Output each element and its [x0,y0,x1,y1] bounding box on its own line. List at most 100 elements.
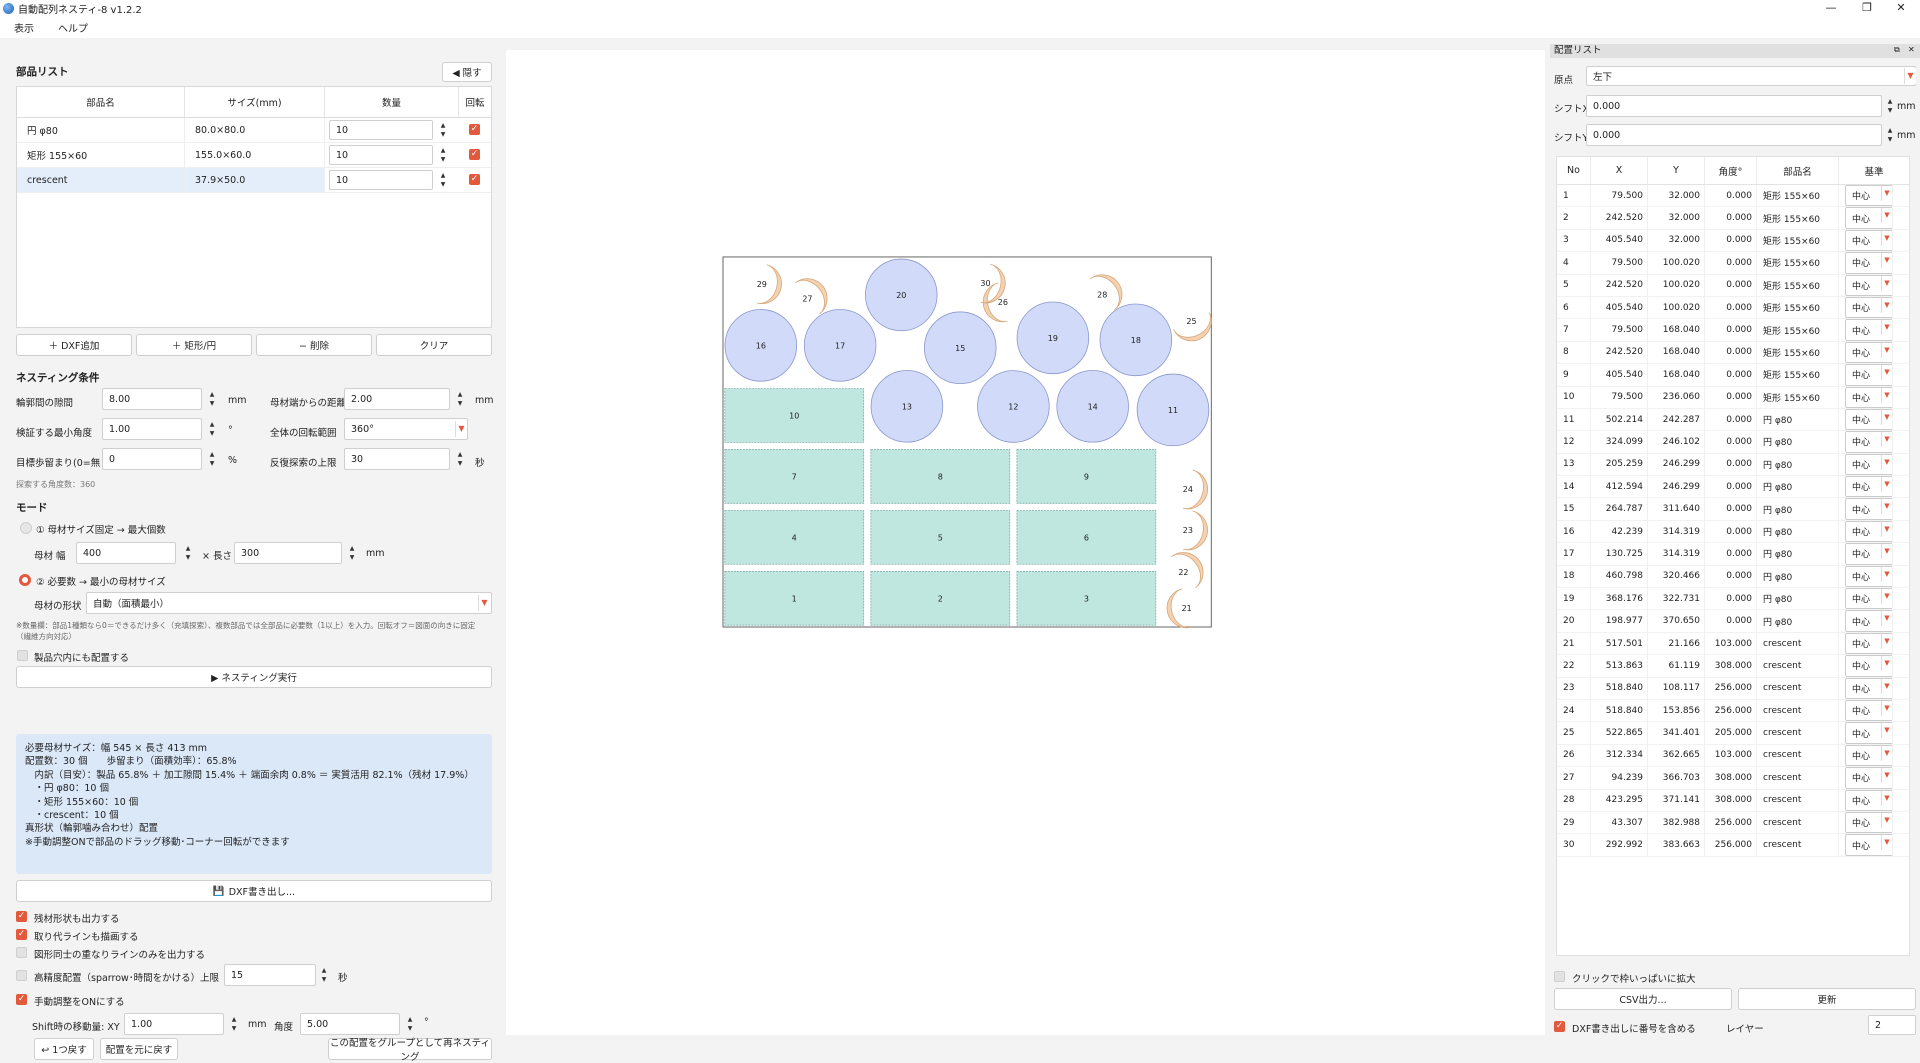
part-number-label[interactable]: 17 [835,341,845,350]
run-nesting-button[interactable]: ▶ ネスティング実行 [16,666,492,688]
float-icon[interactable]: ⧉ [1894,45,1900,55]
placement-row[interactable]: 18 460.798 320.466 0.000 円 φ80 中心 ▼ [1557,565,1909,589]
placement-row[interactable]: 9 405.540 168.040 0.000 矩形 155×60 中心 ▼ [1557,364,1909,387]
precise-checkbox[interactable] [16,970,27,981]
shifty-input[interactable]: 0.000 [1586,124,1882,146]
placement-row[interactable]: 12 324.099 246.102 0.000 円 φ80 中心 ▼ [1557,431,1909,454]
basis-select[interactable]: 中心 ▼ [1845,588,1893,610]
zoom-fit-checkbox[interactable] [1554,971,1565,982]
placement-row[interactable]: 7 79.500 168.040 0.000 矩形 155×60 中心 ▼ [1557,319,1909,342]
part-number-label[interactable]: 2 [938,594,943,603]
placement-row[interactable]: 28 423.295 371.141 308.000 crescent 中心 ▼ [1557,789,1909,812]
placement-row[interactable]: 10 79.500 236.060 0.000 矩形 155×60 中心 ▼ [1557,386,1909,409]
add-shape-button[interactable]: ＋ 矩形/円 [136,334,252,356]
basis-select[interactable]: 中心 ▼ [1845,498,1893,520]
rotate-checkbox[interactable] [469,149,480,160]
qty-spinner[interactable]: ▲ ▼ [437,171,449,189]
placement-row[interactable]: 19 368.176 322.731 0.000 円 φ80 中心 ▼ [1557,588,1909,611]
col-angle[interactable]: 角度° [1705,157,1757,184]
placement-row[interactable]: 4 79.500 100.020 0.000 矩形 155×60 中心 ▼ [1557,252,1909,275]
part-number-label[interactable]: 15 [955,344,965,353]
placement-row[interactable]: 3 405.540 32.000 0.000 矩形 155×60 中心 ▼ [1557,229,1909,253]
placement-row[interactable]: 23 518.840 108.117 256.000 crescent 中心 ▼ [1557,677,1909,700]
placement-row[interactable]: 29 43.307 382.988 256.000 crescent 中心 ▼ [1557,811,1909,835]
placement-row[interactable]: 27 94.239 366.703 308.000 crescent 中心 ▼ [1557,767,1909,790]
overlap-checkbox[interactable] [16,947,27,958]
restore-button[interactable]: ❐ [1852,0,1882,16]
rot-step-spinner[interactable]: ▲ ▼ [404,1015,416,1033]
basis-select[interactable]: 中心 ▼ [1845,610,1893,632]
close-button[interactable]: ✕ [1886,0,1916,16]
part-number-label[interactable]: 3 [1084,594,1089,603]
chevron-down-icon[interactable]: ▼ [478,595,490,611]
basis-select[interactable]: 中心 ▼ [1845,431,1893,453]
basis-select[interactable]: 中心 ▼ [1845,408,1893,431]
basis-select[interactable]: 中心 ▼ [1845,565,1893,588]
basis-select[interactable]: 中心 ▼ [1845,767,1893,789]
basis-select[interactable]: 中心 ▼ [1845,722,1893,744]
layer-input[interactable]: 2 [1868,1015,1916,1035]
col-no[interactable]: No [1557,157,1591,184]
add-dxf-button[interactable]: ＋ DXF追加 [16,334,132,356]
col-y[interactable]: Y [1648,157,1705,184]
placement-row[interactable]: 11 502.214 242.287 0.000 円 φ80 中心 ▼ [1557,408,1909,432]
menu-help[interactable]: ヘルプ [58,20,88,35]
width-input[interactable]: 400 [76,542,176,564]
part-number-label[interactable]: 7 [792,472,797,481]
part-number-label[interactable]: 24 [1183,485,1193,494]
shape-select[interactable]: 自動（面積最小） [86,592,492,614]
part-number-label[interactable]: 19 [1048,334,1058,343]
part-number-label[interactable]: 14 [1088,402,1098,411]
part-number-label[interactable]: 12 [1008,402,1018,411]
part-number-label[interactable]: 26 [998,298,1008,307]
part-number-label[interactable]: 27 [802,294,812,303]
shifty-spinner[interactable]: ▲ ▼ [1884,126,1896,144]
nesting-canvas[interactable]: 1 2 3 4 5 6 7 8 9 10 11 12 13 14 15 16 17 18 19 20 21 22 23 24 2… [506,50,1545,1035]
qty-spinner[interactable]: ▲ ▼ [437,146,449,164]
basis-select[interactable]: 中心 ▼ [1845,207,1893,229]
rotation-range-select[interactable]: 360° [344,418,468,440]
part-number-label[interactable]: 13 [902,402,912,411]
menu-view[interactable]: 表示 [14,20,34,35]
placement-row[interactable]: 26 312.334 362.665 103.000 crescent 中心 ▼ [1557,744,1909,768]
close-icon[interactable]: ✕ [1908,45,1915,54]
part-number-label[interactable]: 9 [1084,472,1089,481]
minimize-button[interactable]: — [1816,0,1846,16]
mode-fixed-radio[interactable] [20,522,32,534]
width-spinner[interactable]: ▲ ▼ [182,544,194,562]
manual-checkbox[interactable] [16,994,27,1005]
part-number-label[interactable]: 16 [756,341,766,350]
part-number-label[interactable]: 10 [789,411,799,420]
placement-row[interactable]: 20 198.977 370.650 0.000 円 φ80 中心 ▼ [1557,610,1909,633]
col-rotate[interactable]: 回転 [459,87,491,117]
basis-select[interactable]: 中心 ▼ [1845,341,1893,364]
placement-row[interactable]: 1 79.500 32.000 0.000 矩形 155×60 中心 ▼ [1557,185,1909,208]
placement-row[interactable]: 21 517.501 21.166 103.000 crescent 中心 ▼ [1557,632,1909,656]
angle-input[interactable]: 1.00 [102,418,202,440]
basis-select[interactable]: 中心 ▼ [1845,699,1893,722]
basis-select[interactable]: 中心 ▼ [1845,744,1893,767]
nesting-drawing[interactable]: 1 2 34 5 67 8 910111213 141516 17181920212223242… [506,50,1545,1035]
basis-select[interactable]: 中心 ▼ [1845,543,1893,565]
origin-select[interactable]: 左下 [1586,66,1916,86]
part-number-label[interactable]: 20 [896,291,906,300]
iteration-spinner[interactable]: ▲ ▼ [454,450,466,468]
basis-select[interactable]: 中心 ▼ [1845,274,1893,296]
basis-select[interactable]: 中心 ▼ [1845,632,1893,655]
yield-input[interactable]: 0 [102,448,202,470]
shift-input[interactable]: 1.00 [124,1013,224,1035]
basis-select[interactable]: 中心 ▼ [1845,811,1893,834]
placement-row[interactable]: 13 205.259 246.299 0.000 円 φ80 中心 ▼ [1557,453,1909,477]
placement-row[interactable]: 16 42.239 314.319 0.000 円 φ80 中心 ▼ [1557,520,1909,544]
basis-select[interactable]: 中心 ▼ [1845,386,1893,408]
placement-row[interactable]: 14 412.594 246.299 0.000 円 φ80 中心 ▼ [1557,476,1909,499]
shiftx-spinner[interactable]: ▲ ▼ [1884,97,1896,115]
part-number-label[interactable]: 22 [1178,568,1188,577]
angle-spinner[interactable]: ▲ ▼ [206,420,218,438]
refresh-button[interactable]: 更新 [1738,988,1916,1010]
undo-button[interactable]: ↩ 1つ戻す [34,1038,94,1060]
gap-input[interactable]: 8.00 [102,388,202,410]
part-number-label[interactable]: 25 [1186,317,1196,326]
part-number-label[interactable]: 29 [757,280,767,289]
part-number-label[interactable]: 28 [1097,290,1107,299]
